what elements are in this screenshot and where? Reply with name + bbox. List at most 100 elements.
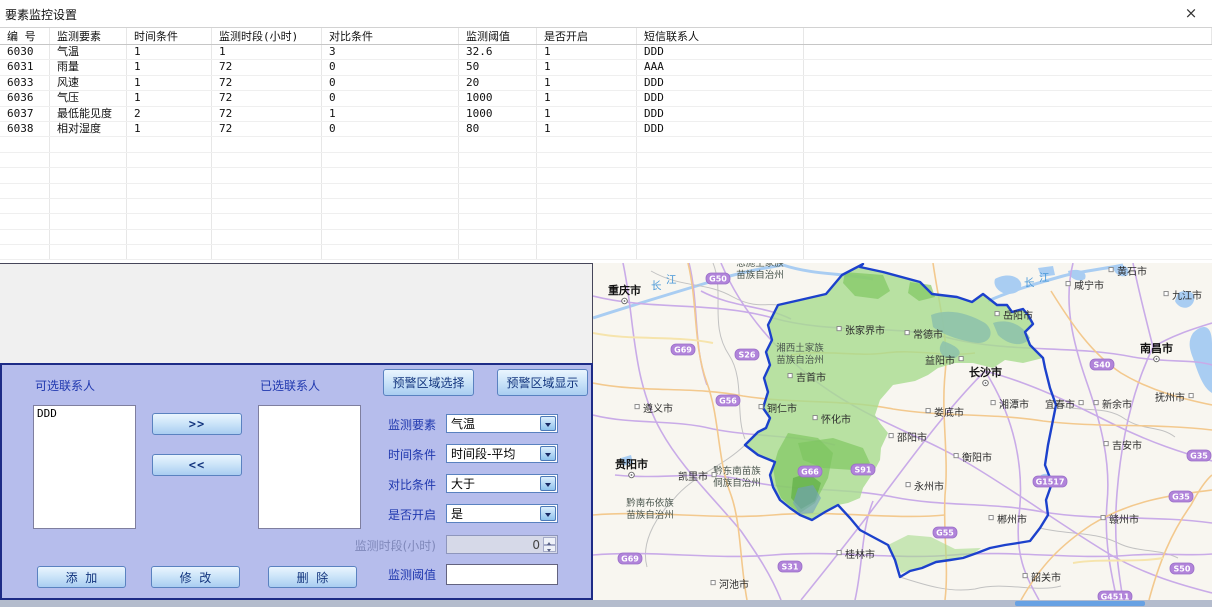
svg-text:苗族自治州: 苗族自治州 bbox=[736, 269, 784, 281]
table-cell: 1 bbox=[127, 76, 212, 90]
table-cell bbox=[537, 199, 637, 213]
city-label: 郴州市 bbox=[989, 513, 1027, 526]
period-value: 0 bbox=[532, 537, 540, 553]
city-label: 凯里市 bbox=[678, 470, 716, 483]
road bbox=[1069, 263, 1117, 600]
time-condition-combobox[interactable]: 时间段-平均 bbox=[446, 444, 558, 463]
column-header: 短信联系人 bbox=[637, 28, 804, 44]
compare-condition-label: 对比条件 bbox=[286, 476, 436, 493]
road-badge: S31 bbox=[778, 561, 802, 572]
svg-text:永州市: 永州市 bbox=[914, 480, 944, 493]
svg-text:G35: G35 bbox=[1172, 493, 1190, 502]
table-cell bbox=[127, 184, 212, 198]
table-cell bbox=[212, 153, 322, 167]
enabled-combobox[interactable]: 是 bbox=[446, 504, 558, 523]
table-cell bbox=[804, 137, 1212, 151]
svg-text:益阳市: 益阳市 bbox=[925, 354, 955, 367]
table-cell: 1 bbox=[127, 122, 212, 136]
warning-area-select-button[interactable]: 预警区域选择 bbox=[383, 369, 474, 396]
road-badge: G56 bbox=[716, 395, 740, 406]
table-cell: 72 bbox=[212, 91, 322, 105]
svg-text:G69: G69 bbox=[674, 346, 692, 355]
table-row[interactable] bbox=[0, 153, 1212, 168]
table-cell: 1 bbox=[322, 107, 459, 121]
compare-condition-value: 大于 bbox=[451, 476, 475, 492]
table-row[interactable]: 6031雨量1720501AAA bbox=[0, 60, 1212, 75]
spin-up-icon[interactable] bbox=[543, 537, 556, 545]
table-cell: DDD bbox=[637, 91, 804, 105]
lake bbox=[1190, 327, 1212, 393]
table-row[interactable] bbox=[0, 199, 1212, 214]
svg-text:S91: S91 bbox=[855, 466, 872, 475]
table-cell bbox=[804, 45, 1212, 59]
config-panel: 可选联系人 已选联系人 DDD >> << 预警区域选择 预警区域显示 监测要素… bbox=[0, 363, 593, 600]
list-item[interactable]: DDD bbox=[34, 406, 135, 421]
spinner-arrows[interactable] bbox=[543, 537, 556, 552]
chevron-down-icon[interactable] bbox=[540, 446, 556, 461]
table-cell bbox=[0, 245, 50, 259]
horizontal-scrollbar[interactable] bbox=[0, 600, 1212, 607]
table-cell: 0 bbox=[322, 122, 459, 136]
move-right-button[interactable]: >> bbox=[152, 413, 242, 435]
table-cell bbox=[322, 199, 459, 213]
svg-text:G4511: G4511 bbox=[1101, 593, 1130, 601]
table-cell: 1 bbox=[127, 91, 212, 105]
warning-area-display-button[interactable]: 预警区域显示 bbox=[497, 369, 588, 396]
table-row[interactable]: 6038相对湿度1720801DDD bbox=[0, 122, 1212, 137]
table-cell bbox=[127, 137, 212, 151]
table-row[interactable]: 6030气温11332.61DDD bbox=[0, 45, 1212, 60]
table-cell: 1000 bbox=[459, 91, 537, 105]
threshold-input[interactable] bbox=[446, 564, 558, 585]
warning-region-fill bbox=[888, 535, 981, 573]
chevron-down-icon[interactable] bbox=[540, 506, 556, 521]
table-cell bbox=[459, 245, 537, 259]
spin-down-icon[interactable] bbox=[543, 545, 556, 553]
table-row[interactable] bbox=[0, 214, 1212, 229]
city-label: 邵阳市 bbox=[889, 431, 927, 444]
table-row[interactable] bbox=[0, 230, 1212, 245]
table-row[interactable] bbox=[0, 137, 1212, 152]
table-cell bbox=[804, 214, 1212, 228]
monitor-table: 编 号监测要素时间条件监测时段(小时)对比条件监测阈值是否开启短信联系人6030… bbox=[0, 27, 1212, 260]
city-label: 河池市 bbox=[711, 578, 749, 591]
table-cell bbox=[537, 184, 637, 198]
map-panel[interactable]: G50G69S26G56G69S31G66S91S40G55G1517G35G3… bbox=[593, 263, 1212, 600]
table-cell: 1 bbox=[537, 122, 637, 136]
svg-text:黔南布依族: 黔南布依族 bbox=[626, 497, 674, 509]
add-button[interactable]: 添 加 bbox=[37, 566, 126, 588]
table-cell: DDD bbox=[637, 122, 804, 136]
delete-button[interactable]: 删 除 bbox=[268, 566, 357, 588]
table-cell bbox=[322, 214, 459, 228]
spacer-area bbox=[0, 263, 593, 363]
table-cell bbox=[459, 230, 537, 244]
road-badge: G35 bbox=[1187, 450, 1211, 461]
svg-text:铜仁市: 铜仁市 bbox=[767, 402, 797, 415]
table-row[interactable]: 6036气压172010001DDD bbox=[0, 91, 1212, 106]
table-cell bbox=[0, 184, 50, 198]
period-spinner[interactable]: 0 bbox=[446, 535, 558, 554]
road-badge: G4511 bbox=[1098, 591, 1132, 600]
table-row[interactable]: 6033风速1720201DDD bbox=[0, 76, 1212, 91]
table-cell bbox=[637, 168, 804, 182]
river-label: 江 bbox=[1039, 272, 1050, 284]
time-condition-label: 时间条件 bbox=[286, 446, 436, 463]
close-icon[interactable]: × bbox=[1180, 3, 1202, 23]
table-cell bbox=[637, 184, 804, 198]
modify-button[interactable]: 修 改 bbox=[151, 566, 240, 588]
element-combobox[interactable]: 气温 bbox=[446, 414, 558, 433]
compare-condition-combobox[interactable]: 大于 bbox=[446, 474, 558, 493]
available-contacts-list[interactable]: DDD bbox=[33, 405, 136, 529]
table-row[interactable] bbox=[0, 245, 1212, 260]
table-row[interactable] bbox=[0, 184, 1212, 199]
chevron-down-icon[interactable] bbox=[540, 416, 556, 431]
road-badge: G50 bbox=[706, 273, 730, 284]
table-row[interactable] bbox=[0, 168, 1212, 183]
road-badge: G1517 bbox=[1033, 476, 1067, 487]
svg-text:新余市: 新余市 bbox=[1102, 398, 1132, 411]
svg-text:韶关市: 韶关市 bbox=[1031, 571, 1061, 584]
city-label: 张家界市 bbox=[837, 324, 885, 337]
move-left-button[interactable]: << bbox=[152, 454, 242, 476]
scrollbar-thumb[interactable] bbox=[1015, 601, 1145, 606]
chevron-down-icon[interactable] bbox=[540, 476, 556, 491]
table-row[interactable]: 6037最低能见度272110001DDD bbox=[0, 107, 1212, 122]
